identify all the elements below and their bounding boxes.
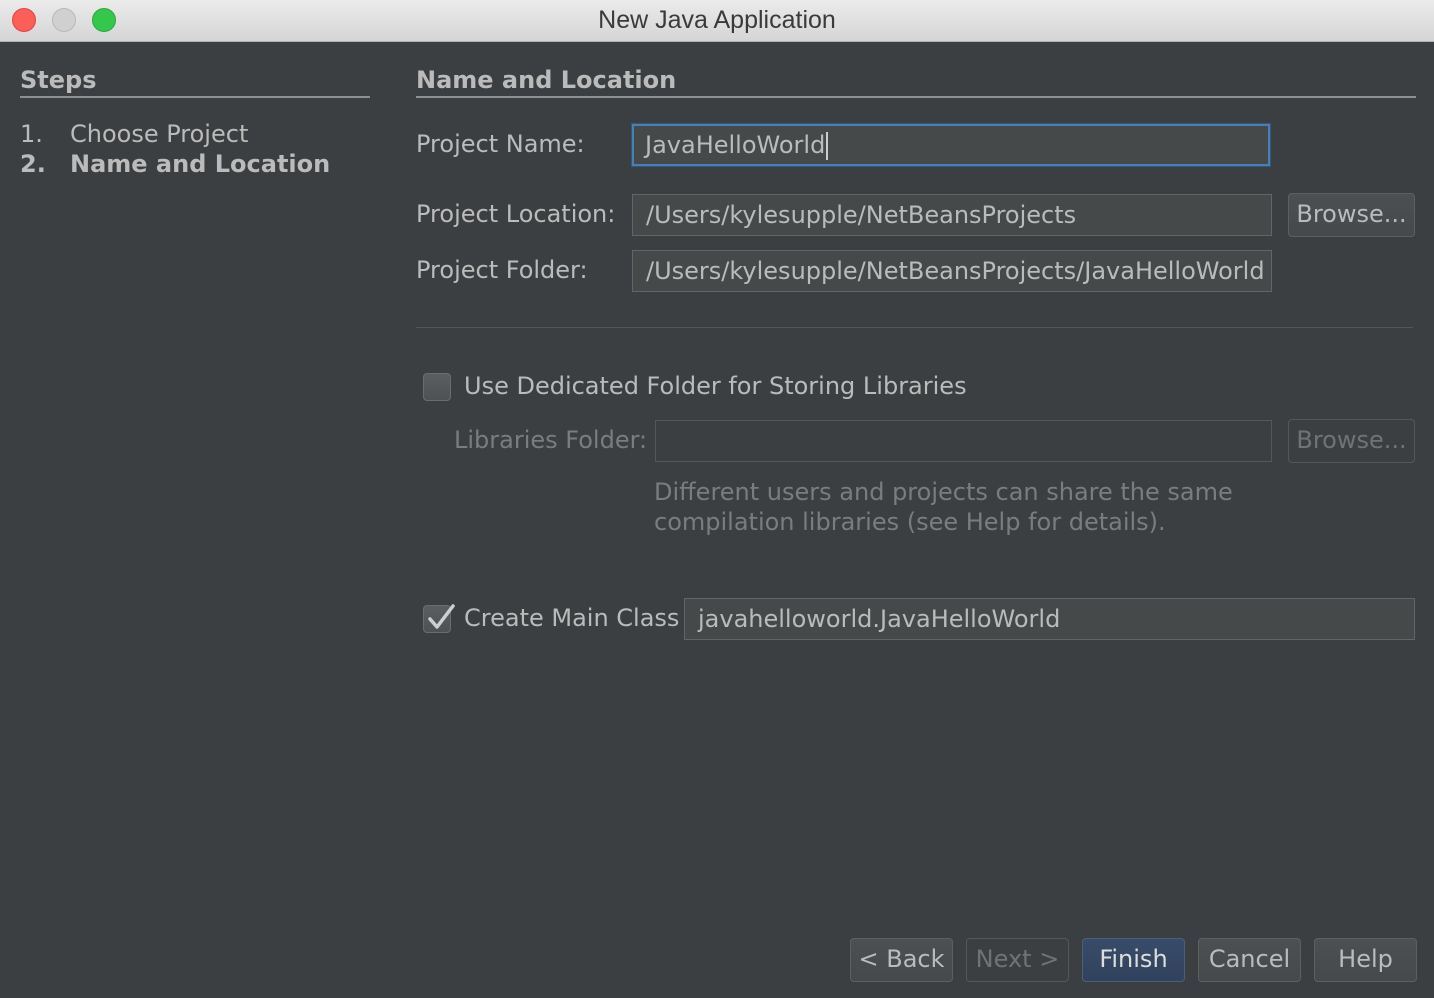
help-button[interactable]: Help — [1314, 938, 1417, 982]
text-cursor — [826, 132, 829, 160]
project-name-input[interactable]: JavaHelloWorld — [632, 124, 1270, 166]
steps-header: Steps — [20, 66, 97, 94]
libraries-folder-input — [655, 420, 1272, 462]
project-name-value: JavaHelloWorld — [645, 131, 826, 159]
step-1-label: Choose Project — [70, 120, 249, 148]
dedicated-folder-label[interactable]: Use Dedicated Folder for Storing Librari… — [464, 372, 967, 400]
project-folder-label: Project Folder: — [416, 256, 588, 284]
next-button: Next > — [966, 938, 1069, 982]
step-2-label: Name and Location — [70, 150, 331, 178]
back-button[interactable]: < Back — [850, 938, 953, 982]
window-title: New Java Application — [598, 6, 836, 34]
libraries-folder-label: Libraries Folder: — [454, 426, 648, 454]
section-separator — [416, 327, 1413, 328]
panel-divider — [416, 96, 1416, 98]
create-main-class-label[interactable]: Create Main Class — [464, 604, 679, 632]
checkmark-icon — [428, 604, 455, 629]
libraries-help-line-2: compilation libraries (see Help for deta… — [654, 508, 1166, 536]
title-bar: New Java Application — [0, 0, 1434, 42]
project-location-input[interactable]: /Users/kylesupple/NetBeansProjects — [632, 194, 1272, 236]
browse-location-button[interactable]: Browse... — [1288, 193, 1415, 237]
libraries-help-line-1: Different users and projects can share t… — [654, 478, 1233, 506]
dedicated-folder-checkbox[interactable] — [423, 373, 451, 401]
panel-header: Name and Location — [416, 66, 677, 94]
main-class-input[interactable]: javahelloworld.JavaHelloWorld — [684, 598, 1415, 640]
project-location-label: Project Location: — [416, 200, 616, 228]
step-1-number: 1. — [20, 120, 43, 148]
browse-libraries-button: Browse... — [1288, 419, 1415, 463]
cancel-button[interactable]: Cancel — [1198, 938, 1301, 982]
steps-divider — [20, 96, 370, 98]
project-name-label: Project Name: — [416, 130, 585, 158]
finish-button[interactable]: Finish — [1082, 938, 1185, 982]
project-folder-input[interactable]: /Users/kylesupple/NetBeansProjects/JavaH… — [632, 250, 1272, 292]
create-main-class-checkbox[interactable] — [423, 604, 455, 633]
step-2-number: 2. — [20, 150, 46, 178]
